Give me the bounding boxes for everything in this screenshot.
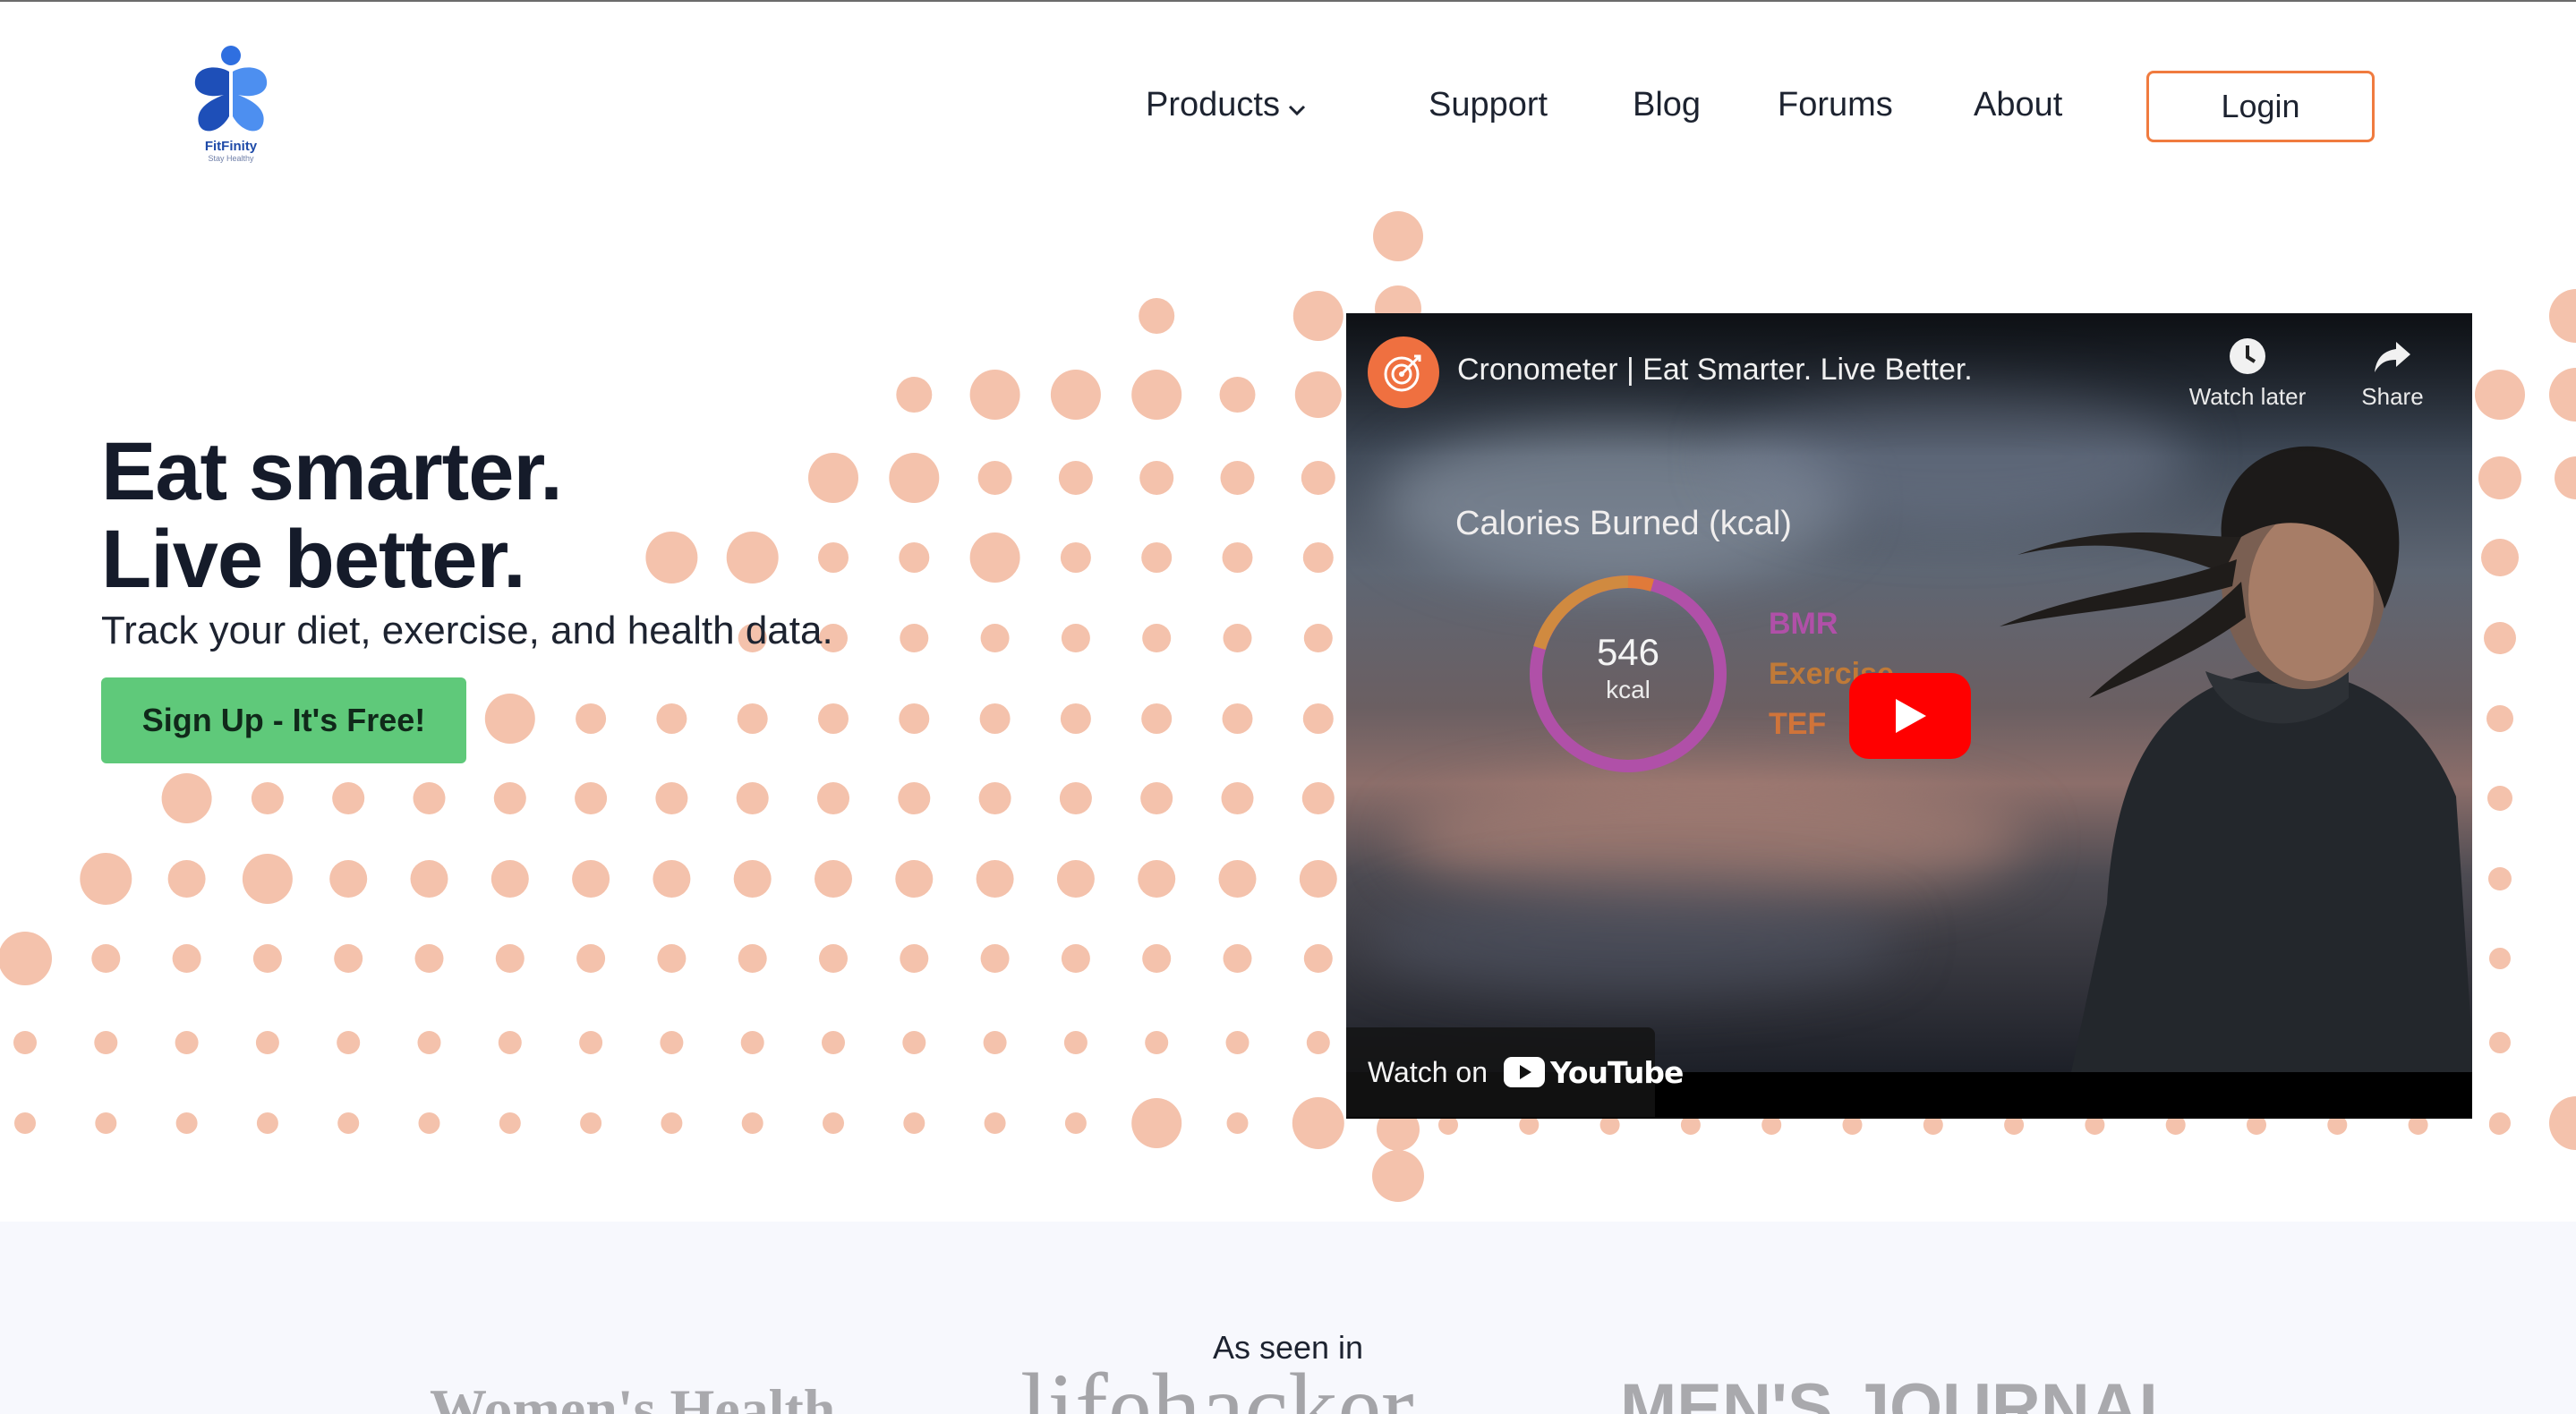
nav-products-label: Products bbox=[1146, 86, 1280, 124]
press-logo-mens-journal: MEN'S JOURNAL bbox=[1620, 1370, 2181, 1414]
clock-icon bbox=[2230, 338, 2265, 374]
play-button[interactable] bbox=[1849, 673, 1971, 759]
ring-unit: kcal bbox=[1606, 676, 1651, 703]
nav-forums[interactable]: Forums bbox=[1778, 86, 1893, 124]
signup-button[interactable]: Sign Up - It's Free! bbox=[101, 677, 466, 763]
share-label: Share bbox=[2361, 383, 2424, 410]
brand-name: FitFinity bbox=[204, 139, 258, 154]
target-icon bbox=[1384, 354, 1421, 392]
login-button[interactable]: Login bbox=[2146, 71, 2375, 142]
nav-products[interactable]: Products bbox=[1146, 86, 1307, 125]
runner-figure bbox=[2000, 446, 2472, 1072]
watch-on-youtube-link[interactable]: Watch on YouTube bbox=[1346, 1027, 1684, 1117]
nav-support[interactable]: Support bbox=[1429, 86, 1548, 124]
calories-heading: Calories Burned (kcal) bbox=[1455, 505, 1792, 542]
hero-title-line2: Live better. bbox=[101, 514, 526, 605]
hero-title: Eat smarter. Live better. bbox=[101, 426, 563, 605]
press-logo-lifehacker: lifehacker bbox=[1020, 1353, 1414, 1414]
share-arrow-icon bbox=[2375, 342, 2410, 372]
share-button[interactable]: Share bbox=[2325, 336, 2460, 411]
watch-later-label: Watch later bbox=[2188, 383, 2307, 410]
nav-blog[interactable]: Blog bbox=[1633, 86, 1701, 124]
top-border bbox=[0, 0, 2576, 2]
brand-tagline: Stay Healthy bbox=[208, 154, 254, 163]
chevron-down-icon bbox=[1287, 87, 1307, 125]
youtube-play-icon bbox=[1503, 1057, 1545, 1087]
butterfly-logo-icon bbox=[194, 46, 268, 132]
watch-on-label: Watch on bbox=[1368, 1055, 1488, 1088]
channel-avatar[interactable] bbox=[1368, 336, 1439, 408]
video-title[interactable]: Cronometer | Eat Smarter. Live Better. bbox=[1457, 353, 1973, 388]
hero-subtitle: Track your diet, exercise, and health da… bbox=[101, 609, 833, 652]
play-icon bbox=[1896, 699, 1926, 733]
youtube-logo: YouTube bbox=[1503, 1054, 1684, 1090]
press-logo-womens-health: Women's Health bbox=[430, 1377, 836, 1414]
ring-value: 546 bbox=[1596, 631, 1660, 673]
youtube-video-embed[interactable]: Cronometer | Eat Smarter. Live Better. W… bbox=[1346, 313, 2472, 1119]
calorie-ring-chart bbox=[1530, 575, 1727, 772]
legend-bmr: BMR bbox=[1769, 607, 1838, 641]
legend-tef: TEF bbox=[1769, 707, 1827, 741]
hero-title-line1: Eat smarter. bbox=[101, 426, 563, 517]
youtube-wordmark: YouTube bbox=[1549, 1054, 1684, 1090]
watch-later-button[interactable]: Watch later bbox=[2180, 336, 2315, 411]
nav-about[interactable]: About bbox=[1974, 86, 2062, 124]
brand-logo[interactable]: FitFinity Stay Healthy bbox=[188, 45, 274, 168]
